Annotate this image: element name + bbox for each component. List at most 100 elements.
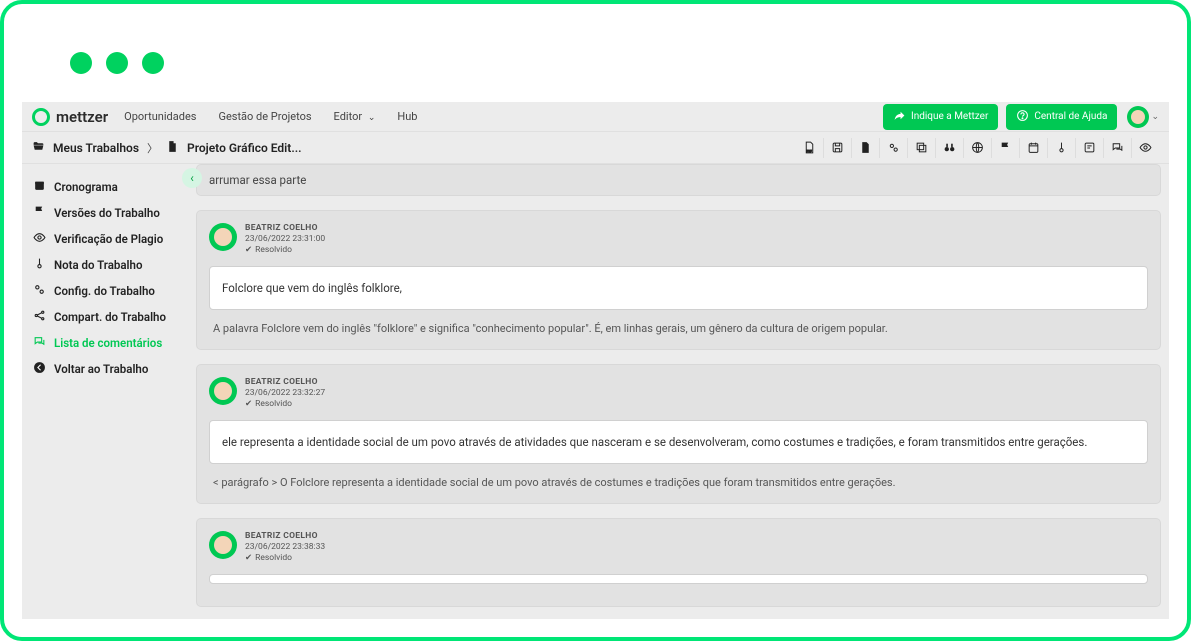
subheader: Meus Trabalhos 〉 Projeto Gráfico Edit...… bbox=[22, 132, 1169, 164]
comment-meta: BEATRIZ COELHO 23/06/2022 23:32:27 ✔ Res… bbox=[245, 377, 325, 410]
avatar bbox=[209, 531, 237, 559]
flag-icon bbox=[32, 205, 46, 221]
comment-card: BEATRIZ COELHO 23/06/2022 23:31:00 ✔ Res… bbox=[196, 210, 1161, 350]
help-button[interactable]: Central de Ajuda bbox=[1006, 104, 1117, 130]
comment-author: BEATRIZ COELHO bbox=[245, 377, 325, 388]
chevron-right-icon: 〉 bbox=[147, 140, 158, 156]
comment-meta: BEATRIZ COELHO 23/06/2022 23:31:00 ✔ Res… bbox=[245, 223, 325, 256]
comment-quote: A palavra Folclore vem do inglês "folklo… bbox=[209, 320, 1148, 337]
thermometer-icon bbox=[32, 257, 46, 273]
sidebar-item-plagio[interactable]: Verificação de Plagio bbox=[22, 226, 192, 252]
window-dot[interactable] bbox=[70, 52, 92, 74]
sidebar-item-label: Compart. do Trabalho bbox=[54, 310, 166, 324]
eye-icon bbox=[32, 231, 46, 247]
flag-icon[interactable] bbox=[991, 138, 1019, 158]
comment-card: BEATRIZ COELHO 23/06/2022 23:38:33 ✔ Res… bbox=[196, 518, 1161, 607]
check-icon: ✔ bbox=[245, 553, 252, 564]
cogs-icon bbox=[32, 283, 46, 299]
nav-editor-label: Editor bbox=[334, 110, 363, 123]
sidebar: ‹ Cronograma Versões do Trabalho Verific… bbox=[22, 164, 192, 619]
collapse-sidebar-button[interactable]: ‹ bbox=[182, 168, 202, 188]
help-icon bbox=[1016, 109, 1029, 125]
comment-header: BEATRIZ COELHO 23/06/2022 23:31:00 ✔ Res… bbox=[209, 223, 1148, 256]
window-dot[interactable] bbox=[106, 52, 128, 74]
app-area: mettzer Oportunidades Gestão de Projetos… bbox=[22, 102, 1169, 619]
indicate-label: Indique a Mettzer bbox=[911, 111, 988, 122]
main-content: arrumar essa parte BEATRIZ COELHO 23/06/… bbox=[192, 164, 1169, 619]
share-arrow-icon bbox=[893, 109, 906, 125]
svg-text:PDF: PDF bbox=[806, 149, 811, 153]
top-nav: mettzer Oportunidades Gestão de Projetos… bbox=[22, 102, 1169, 132]
sidebar-item-label: Nota do Trabalho bbox=[54, 258, 142, 272]
check-icon: ✔ bbox=[245, 399, 252, 410]
note-icon[interactable] bbox=[1075, 138, 1103, 158]
comment-date: 23/06/2022 23:31:00 bbox=[245, 234, 325, 245]
logo[interactable]: mettzer bbox=[32, 108, 108, 126]
sidebar-item-label: Voltar ao Trabalho bbox=[54, 362, 148, 376]
nav-editor[interactable]: Editor ⌄ bbox=[334, 110, 376, 123]
folder-icon bbox=[32, 140, 45, 156]
breadcrumb: Meus Trabalhos 〉 Projeto Gráfico Edit... bbox=[32, 140, 302, 156]
breadcrumb-current[interactable]: Projeto Gráfico Edit... bbox=[187, 141, 302, 155]
window-dot[interactable] bbox=[142, 52, 164, 74]
avatar bbox=[209, 223, 237, 251]
comment-header: BEATRIZ COELHO 23/06/2022 23:32:27 ✔ Res… bbox=[209, 377, 1148, 410]
document-icon[interactable] bbox=[851, 138, 879, 158]
browser-frame: mettzer Oportunidades Gestão de Projetos… bbox=[0, 0, 1191, 641]
comments-icon bbox=[32, 335, 46, 351]
pdf-icon[interactable]: PDF bbox=[795, 138, 823, 158]
nav-hub[interactable]: Hub bbox=[397, 110, 417, 123]
file-icon bbox=[166, 140, 179, 156]
chevron-down-icon: ⌄ bbox=[368, 113, 376, 123]
binoculars-icon[interactable] bbox=[935, 138, 963, 158]
nav-gestao-projetos[interactable]: Gestão de Projetos bbox=[218, 110, 311, 123]
comment-quote: < parágrafo > O Folclore representa a id… bbox=[209, 474, 1148, 491]
sidebar-item-label: Verificação de Plagio bbox=[54, 232, 163, 246]
sidebar-item-label: Cronograma bbox=[54, 180, 118, 194]
sidebar-item-versoes[interactable]: Versões do Trabalho bbox=[22, 200, 192, 226]
logo-icon bbox=[32, 108, 50, 126]
copy-icon[interactable] bbox=[907, 138, 935, 158]
settings-icon[interactable] bbox=[879, 138, 907, 158]
comment-status: ✔ Resolvido bbox=[245, 553, 325, 564]
body-area: ‹ Cronograma Versões do Trabalho Verific… bbox=[22, 164, 1169, 619]
calendar-icon[interactable] bbox=[1019, 138, 1047, 158]
comment-status: ✔ Resolvido bbox=[245, 399, 325, 410]
user-menu-chevron[interactable]: ⌄ bbox=[1151, 112, 1159, 122]
toolbar: PDF bbox=[795, 138, 1159, 158]
sidebar-item-voltar[interactable]: Voltar ao Trabalho bbox=[22, 356, 192, 382]
comment-status: ✔ Resolvido bbox=[245, 245, 325, 256]
comment-date: 23/06/2022 23:32:27 bbox=[245, 388, 325, 399]
comments-icon[interactable] bbox=[1103, 138, 1131, 158]
sidebar-item-label: Config. do Trabalho bbox=[54, 284, 155, 298]
fragment-text: arrumar essa parte bbox=[209, 173, 306, 187]
share-icon bbox=[32, 309, 46, 325]
calendar-icon bbox=[32, 179, 46, 195]
indicate-button[interactable]: Indique a Mettzer bbox=[883, 104, 998, 130]
comment-author: BEATRIZ COELHO bbox=[245, 531, 325, 542]
sidebar-item-nota[interactable]: Nota do Trabalho bbox=[22, 252, 192, 278]
comment-meta: BEATRIZ COELHO 23/06/2022 23:38:33 ✔ Res… bbox=[245, 531, 325, 564]
globe-icon[interactable] bbox=[963, 138, 991, 158]
user-avatar[interactable] bbox=[1127, 106, 1149, 128]
sidebar-item-label: Versões do Trabalho bbox=[54, 206, 160, 220]
sidebar-item-cronograma[interactable]: Cronograma bbox=[22, 174, 192, 200]
thermometer-icon[interactable] bbox=[1047, 138, 1075, 158]
comment-header: BEATRIZ COELHO 23/06/2022 23:38:33 ✔ Res… bbox=[209, 531, 1148, 564]
comment-body[interactable]: Folclore que vem do inglês folklore, bbox=[209, 266, 1148, 310]
comment-body[interactable] bbox=[209, 574, 1148, 584]
eye-icon[interactable] bbox=[1131, 138, 1159, 158]
nav-oportunidades[interactable]: Oportunidades bbox=[124, 110, 196, 123]
comment-date: 23/06/2022 23:38:33 bbox=[245, 542, 325, 553]
window-controls bbox=[70, 52, 164, 74]
breadcrumb-root[interactable]: Meus Trabalhos bbox=[53, 141, 139, 155]
comment-card: BEATRIZ COELHO 23/06/2022 23:32:27 ✔ Res… bbox=[196, 364, 1161, 504]
comment-author: BEATRIZ COELHO bbox=[245, 223, 325, 234]
save-icon[interactable] bbox=[823, 138, 851, 158]
sidebar-item-comentarios[interactable]: Lista de comentários bbox=[22, 330, 192, 356]
comment-body[interactable]: ele representa a identidade social de um… bbox=[209, 420, 1148, 464]
logo-text: mettzer bbox=[56, 108, 108, 126]
sidebar-item-compartilhar[interactable]: Compart. do Trabalho bbox=[22, 304, 192, 330]
sidebar-item-config[interactable]: Config. do Trabalho bbox=[22, 278, 192, 304]
back-icon bbox=[32, 361, 46, 377]
